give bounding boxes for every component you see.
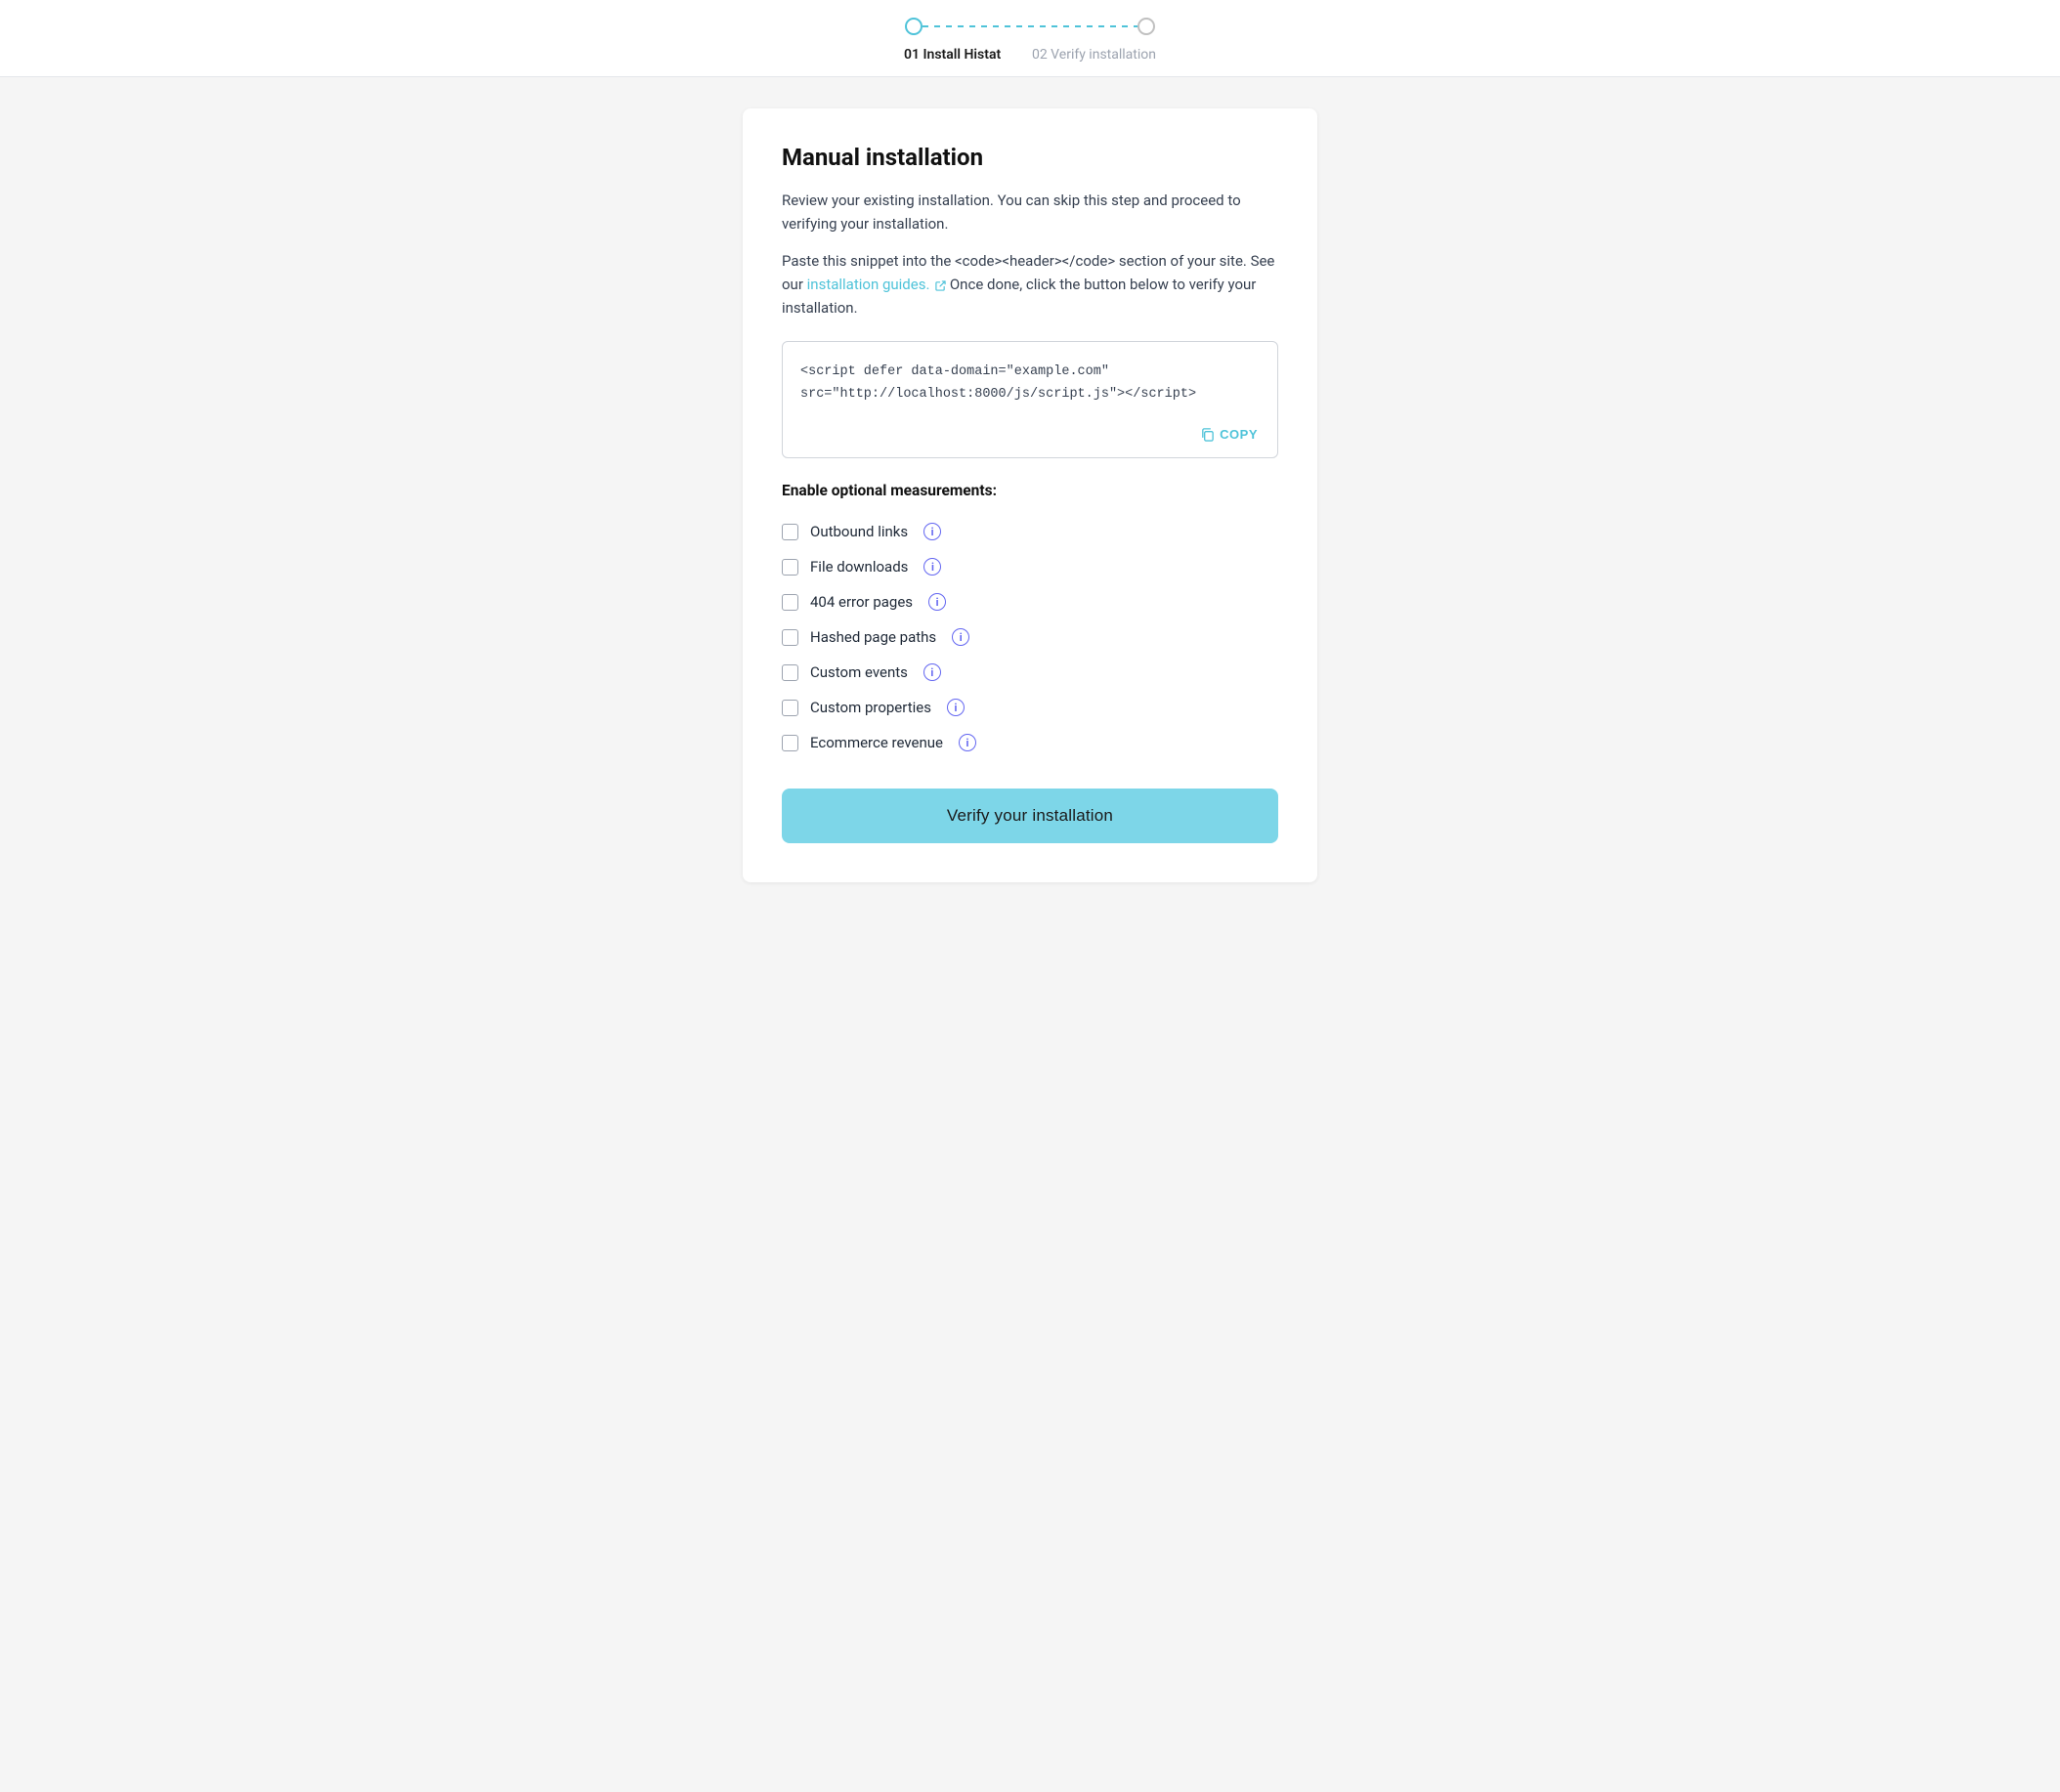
code-snippet: <script defer data-domain="example.com" … — [800, 362, 1260, 406]
file-downloads-checkbox[interactable] — [782, 559, 798, 576]
ecommerce-label: Ecommerce revenue — [810, 734, 943, 751]
step-labels: 01 Install Histat 02 Verify installation — [904, 47, 1156, 76]
custom-props-info-icon[interactable]: i — [947, 699, 965, 716]
page-content: Manual installation Review your existing… — [727, 77, 1333, 941]
custom-props-checkbox[interactable] — [782, 700, 798, 716]
stepper — [905, 18, 1155, 35]
verify-button[interactable]: Verify your installation — [782, 789, 1278, 843]
file-downloads-label: File downloads — [810, 558, 908, 576]
code-block: <script defer data-domain="example.com" … — [782, 341, 1278, 458]
file-downloads-info-icon[interactable]: i — [923, 558, 941, 576]
checkbox-item[interactable]: Ecommerce revenue i — [782, 726, 1278, 759]
checkbox-item[interactable]: 404 error pages i — [782, 585, 1278, 619]
measurements-title: Enable optional measurements: — [782, 482, 1278, 499]
error-pages-info-icon[interactable]: i — [928, 593, 946, 611]
checkbox-item[interactable]: Outbound links i — [782, 515, 1278, 548]
hashed-paths-label: Hashed page paths — [810, 628, 936, 646]
ecommerce-checkbox[interactable] — [782, 735, 798, 751]
main-card: Manual installation Review your existing… — [743, 108, 1317, 882]
custom-events-info-icon[interactable]: i — [923, 663, 941, 681]
checkbox-item[interactable]: File downloads i — [782, 550, 1278, 583]
error-pages-label: 404 error pages — [810, 593, 913, 611]
ecommerce-info-icon[interactable]: i — [959, 734, 976, 751]
hashed-paths-info-icon[interactable]: i — [952, 628, 969, 646]
desc-para-2: Paste this snippet into the <code><heade… — [782, 249, 1278, 320]
step2-dot — [1137, 18, 1155, 35]
step2-label[interactable]: 02 Verify installation — [1032, 47, 1156, 63]
custom-events-checkbox[interactable] — [782, 664, 798, 681]
copy-label: COPY — [1220, 427, 1258, 442]
checkbox-item[interactable]: Hashed page paths i — [782, 620, 1278, 654]
external-link-icon — [935, 280, 946, 291]
outbound-links-checkbox[interactable] — [782, 524, 798, 540]
step-line — [923, 25, 1137, 27]
copy-button[interactable]: COPY — [1194, 423, 1264, 446]
checkbox-item[interactable]: Custom properties i — [782, 691, 1278, 724]
checkbox-item[interactable]: Custom events i — [782, 656, 1278, 689]
card-title: Manual installation — [782, 144, 1278, 171]
step1-label[interactable]: 01 Install Histat — [904, 47, 1001, 63]
outbound-links-label: Outbound links — [810, 523, 908, 540]
custom-props-label: Custom properties — [810, 699, 931, 716]
error-pages-checkbox[interactable] — [782, 594, 798, 611]
outbound-links-info-icon[interactable]: i — [923, 523, 941, 540]
top-nav: 01 Install Histat 02 Verify installation — [0, 0, 2060, 77]
custom-events-label: Custom events — [810, 663, 908, 681]
desc-para-1: Review your existing installation. You c… — [782, 189, 1278, 235]
hashed-paths-checkbox[interactable] — [782, 629, 798, 646]
checkbox-list: Outbound links i File downloads i 404 er… — [782, 515, 1278, 759]
copy-icon — [1200, 427, 1215, 442]
step1-dot — [905, 18, 923, 35]
installation-guides-link[interactable]: installation guides. — [807, 276, 950, 293]
